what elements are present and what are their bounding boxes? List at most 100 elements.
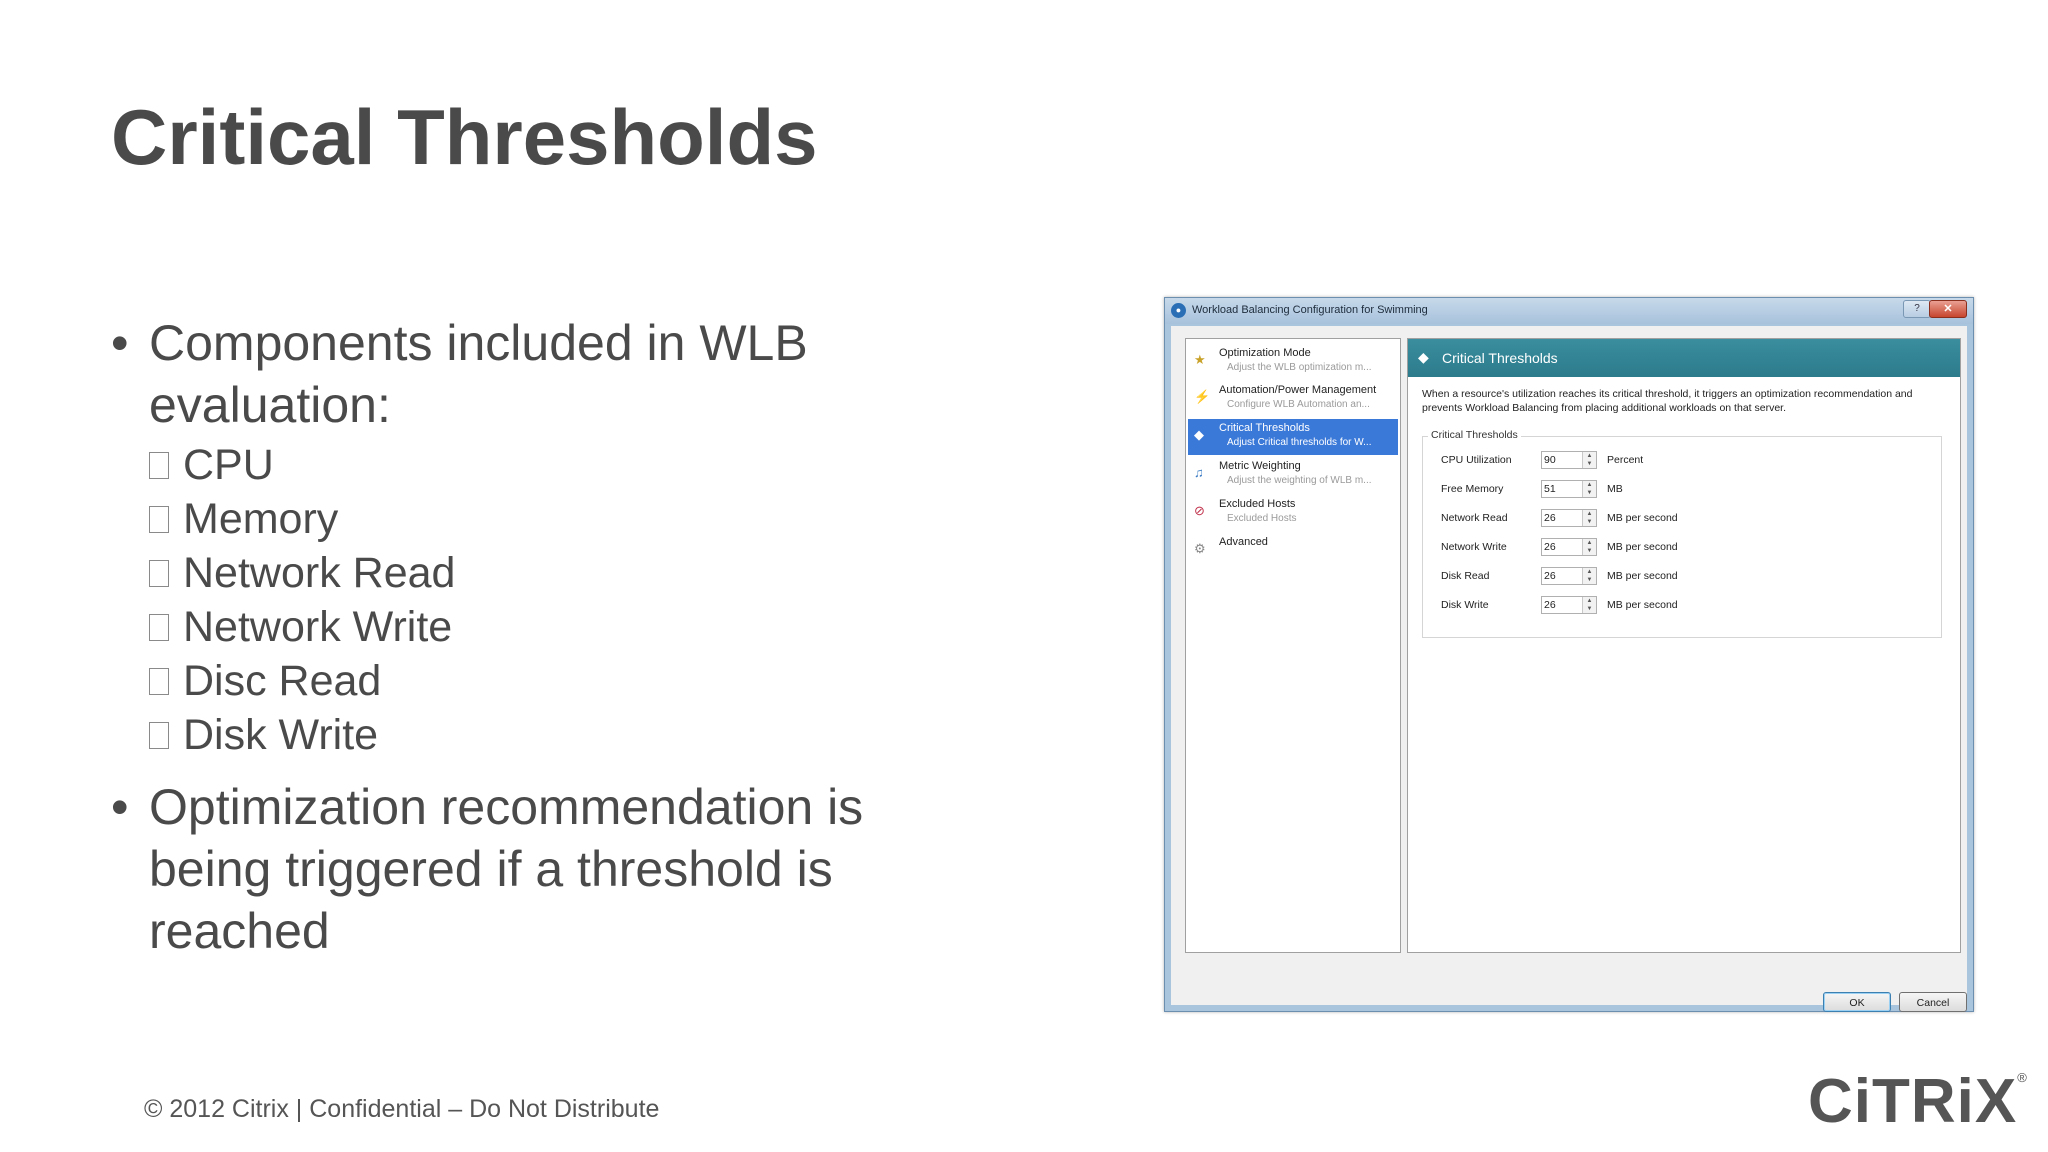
stepper-arrows-icon[interactable]: ▲ ▼: [1582, 481, 1596, 497]
window-client: ★ Optimization Mode Adjust the WLB optim…: [1171, 326, 1967, 1012]
sub-item-cpu: CPU: [149, 438, 931, 492]
wlb-config-window: ● Workload Balancing Configuration for S…: [1164, 297, 1974, 1012]
network-write-threshold-stepper[interactable]: 26 ▲ ▼: [1541, 538, 1597, 556]
stepper-value[interactable]: 26: [1544, 599, 1556, 611]
sub-item-label: Memory: [183, 495, 339, 543]
bullet-list: Components included in WLB evaluation: C…: [111, 312, 931, 962]
bullet-optimization: Optimization recommendation is being tri…: [111, 776, 931, 962]
sub-item-disc-read: Disc Read: [149, 654, 931, 708]
checkbox-glyph-icon: [149, 613, 169, 641]
network-read-threshold-stepper[interactable]: 26 ▲ ▼: [1541, 509, 1597, 527]
nav-item-label: Excluded Hosts: [1219, 498, 1296, 510]
window-title: Workload Balancing Configuration for Swi…: [1192, 304, 1428, 316]
checkbox-glyph-icon: [149, 559, 169, 587]
nav-item-automation[interactable]: ⚡ Automation/Power Management Configure …: [1188, 381, 1398, 417]
nav-item-desc: Adjust the weighting of WLB m...: [1227, 475, 1372, 486]
weighting-icon: ♫: [1194, 465, 1204, 480]
sub-item-memory: Memory: [149, 492, 931, 546]
cancel-button[interactable]: Cancel: [1899, 992, 1967, 1012]
nav-item-label: Optimization Mode: [1219, 347, 1311, 359]
sub-item-label: Network Write: [183, 603, 453, 651]
stepper-value[interactable]: 90: [1544, 454, 1556, 466]
threshold-unit: MB: [1607, 483, 1623, 495]
nav-item-desc: Adjust Critical thresholds for W...: [1227, 437, 1372, 448]
panel-description: When a resource's utilization reaches it…: [1422, 388, 1913, 414]
threshold-icon: ◆: [1418, 349, 1429, 365]
stepper-value[interactable]: 26: [1544, 541, 1556, 553]
nav-item-label: Automation/Power Management: [1219, 384, 1377, 396]
threshold-label: Disk Write: [1441, 599, 1489, 611]
advanced-icon: ⚙: [1194, 541, 1206, 556]
threshold-row-disk-read: Disk Read 26 ▲ ▼ MB per second: [1441, 567, 1931, 587]
threshold-label: Network Write: [1441, 541, 1507, 553]
close-button[interactable]: ✕: [1929, 300, 1967, 318]
checkbox-glyph-icon: [149, 451, 169, 479]
memory-threshold-stepper[interactable]: 51 ▲ ▼: [1541, 480, 1597, 498]
stepper-value[interactable]: 26: [1544, 570, 1556, 582]
stepper-arrows-icon[interactable]: ▲ ▼: [1582, 539, 1596, 555]
nav-item-label: Metric Weighting: [1219, 460, 1301, 472]
threshold-label: Network Read: [1441, 512, 1508, 524]
disk-read-threshold-stepper[interactable]: 26 ▲ ▼: [1541, 567, 1597, 585]
excluded-hosts-icon: ⊘: [1194, 503, 1205, 518]
bullet-text: Components included in WLB evaluation:: [149, 315, 808, 433]
disk-write-threshold-stepper[interactable]: 26 ▲ ▼: [1541, 596, 1597, 614]
app-icon: ●: [1171, 303, 1186, 318]
nav-item-label: Advanced: [1219, 536, 1268, 548]
cpu-threshold-stepper[interactable]: 90 ▲ ▼: [1541, 451, 1597, 469]
sub-item-network-write: Network Write: [149, 600, 931, 654]
stepper-value[interactable]: 51: [1544, 483, 1556, 495]
nav-item-desc: Excluded Hosts: [1227, 513, 1297, 524]
sub-item-disk-write: Disk Write: [149, 708, 931, 762]
sub-item-label: Disk Write: [183, 711, 379, 759]
sub-item-network-read: Network Read: [149, 546, 931, 600]
nav-item-excluded-hosts[interactable]: ⊘ Excluded Hosts Excluded Hosts: [1188, 495, 1398, 531]
threshold-row-memory: Free Memory 51 ▲ ▼ MB: [1441, 480, 1931, 500]
threshold-unit: Percent: [1607, 454, 1644, 466]
checkbox-glyph-icon: [149, 667, 169, 695]
checkbox-glyph-icon: [149, 505, 169, 533]
nav-item-advanced[interactable]: ⚙ Advanced: [1188, 533, 1398, 569]
footer-copyright: © 2012 Citrix | Confidential – Do Not Di…: [144, 1095, 660, 1123]
threshold-row-disk-write: Disk Write 26 ▲ ▼ MB per second: [1441, 596, 1931, 616]
panel-banner: ◆ Critical Thresholds: [1408, 339, 1960, 377]
help-button[interactable]: ?: [1903, 300, 1931, 318]
sub-item-label: Disc Read: [183, 657, 382, 705]
stepper-arrows-icon[interactable]: ▲ ▼: [1582, 510, 1596, 526]
settings-nav: ★ Optimization Mode Adjust the WLB optim…: [1185, 338, 1401, 953]
nav-item-desc: Adjust the WLB optimization m...: [1227, 362, 1372, 373]
stepper-arrows-icon[interactable]: ▲ ▼: [1582, 568, 1596, 584]
automation-icon: ⚡: [1194, 389, 1211, 404]
threshold-label: CPU Utilization: [1441, 454, 1512, 466]
stepper-arrows-icon[interactable]: ▲ ▼: [1582, 597, 1596, 613]
threshold-row-network-read: Network Read 26 ▲ ▼ MB per second: [1441, 509, 1931, 529]
threshold-unit: MB per second: [1607, 570, 1678, 582]
threshold-label: Free Memory: [1441, 483, 1504, 495]
registered-mark: ®: [2017, 1070, 2028, 1085]
threshold-label: Disk Read: [1441, 570, 1490, 582]
threshold-row-network-write: Network Write 26 ▲ ▼ MB per second: [1441, 538, 1931, 558]
logo-text: CiTRiX: [1808, 1067, 2018, 1136]
bullet-text: Optimization recommendation is being tri…: [149, 779, 864, 959]
citrix-logo: CiTRiX®: [1808, 1066, 2028, 1137]
checkbox-glyph-icon: [149, 721, 169, 749]
sub-item-label: CPU: [183, 441, 274, 489]
window-titlebar[interactable]: ● Workload Balancing Configuration for S…: [1165, 298, 1973, 324]
stepper-arrows-icon[interactable]: ▲ ▼: [1582, 452, 1596, 468]
ok-button[interactable]: OK: [1823, 992, 1891, 1012]
group-title: Critical Thresholds: [1428, 429, 1521, 441]
slide-title: Critical Thresholds: [111, 93, 818, 181]
nav-item-desc: Configure WLB Automation an...: [1227, 399, 1370, 410]
threshold-unit: MB per second: [1607, 512, 1678, 524]
nav-item-optimization-mode[interactable]: ★ Optimization Mode Adjust the WLB optim…: [1188, 344, 1398, 380]
thresholds-group: Critical Thresholds CPU Utilization 90 ▲ ▼…: [1422, 429, 1942, 638]
nav-item-critical-thresholds[interactable]: ◆ Critical Thresholds Adjust Critical th…: [1188, 419, 1398, 455]
threshold-icon: ◆: [1194, 427, 1204, 442]
nav-item-metric-weighting[interactable]: ♫ Metric Weighting Adjust the weighting …: [1188, 457, 1398, 493]
component-list: CPU Memory Network Read Network Write Di…: [149, 438, 931, 762]
stepper-value[interactable]: 26: [1544, 512, 1556, 524]
threshold-row-cpu: CPU Utilization 90 ▲ ▼ Percent: [1441, 451, 1931, 471]
panel-title: Critical Thresholds: [1442, 350, 1558, 366]
sub-item-label: Network Read: [183, 549, 456, 597]
threshold-unit: MB per second: [1607, 541, 1678, 553]
